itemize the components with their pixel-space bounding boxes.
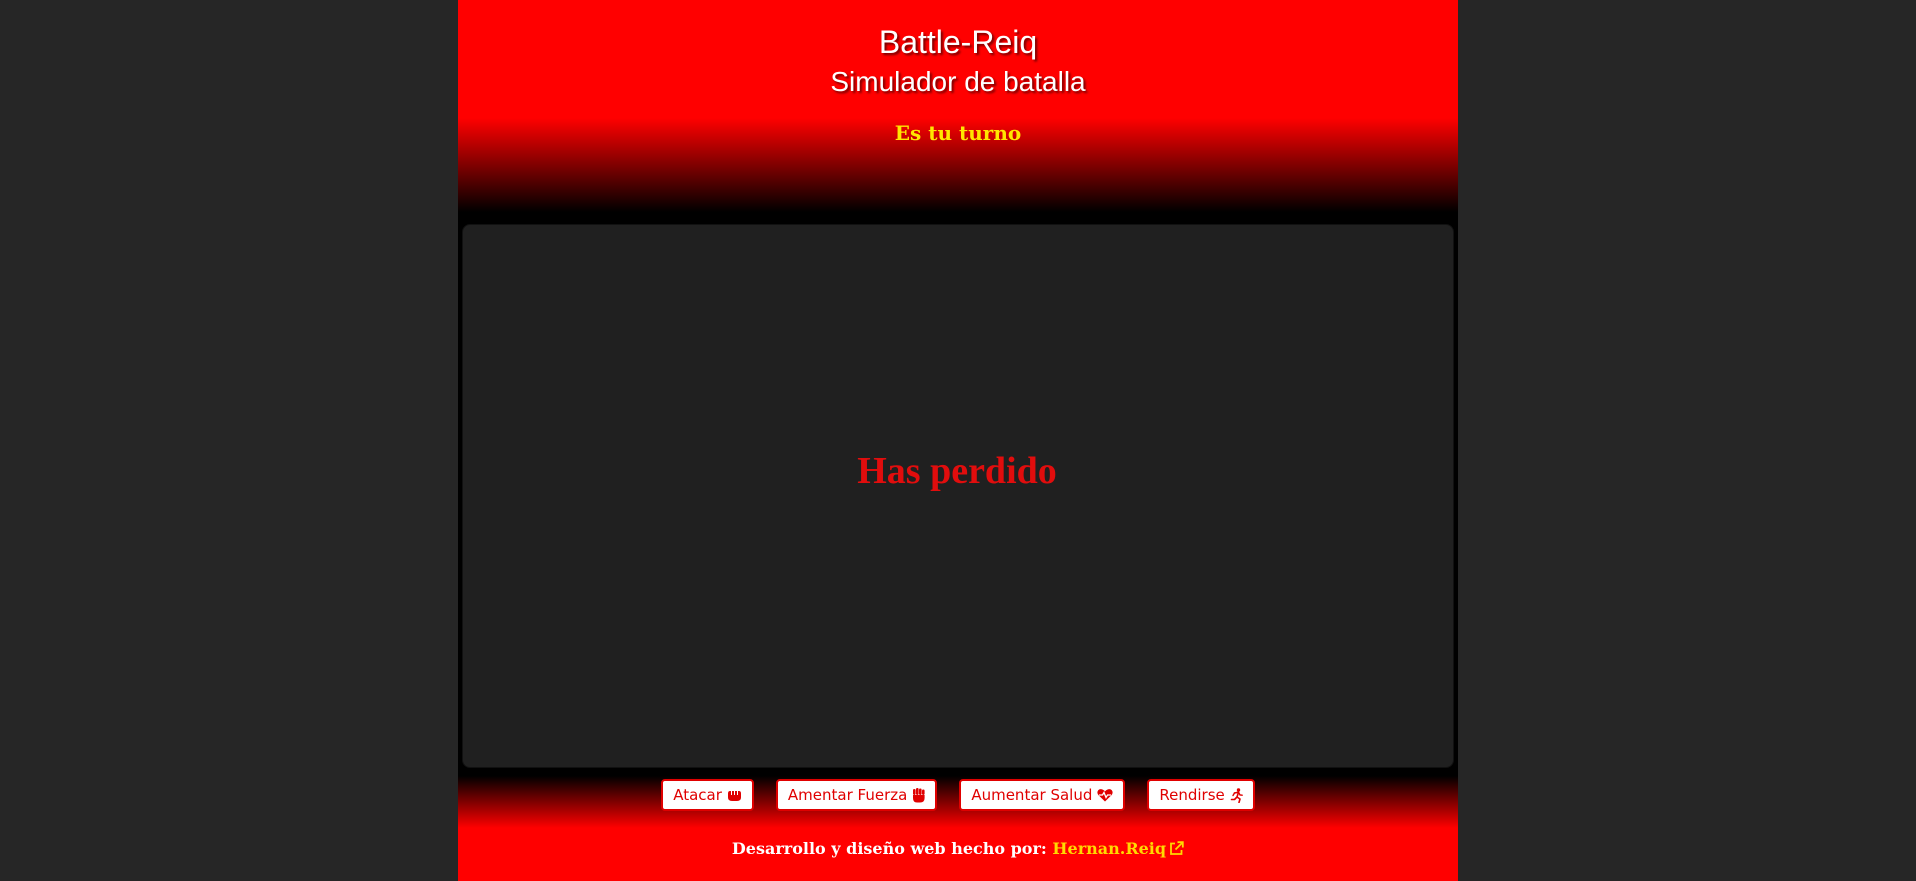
raised-fist-icon [913, 787, 925, 802]
attack-button-label: Atacar [673, 786, 722, 804]
author-link-label: Hernan.Reiq [1052, 839, 1167, 858]
game-container: Battle-Reiq Simulador de batalla Es tu t… [458, 0, 1458, 881]
surrender-button[interactable]: Rendirse [1147, 779, 1255, 811]
footer-credit: Desarrollo y diseño web hecho por: Herna… [458, 838, 1458, 860]
credit-text: Desarrollo y diseño web hecho por: [731, 839, 1047, 858]
running-person-icon [1230, 787, 1243, 803]
fist-icon [727, 791, 741, 801]
increase-strength-button-label: Amentar Fuerza [787, 786, 908, 804]
attack-button[interactable]: Atacar [661, 779, 754, 811]
increase-strength-button[interactable]: Amentar Fuerza [775, 779, 938, 811]
battle-arena [462, 224, 1454, 768]
turn-status: Es tu turno [894, 121, 1022, 145]
increase-health-button-label: Aumentar Salud [971, 786, 1093, 804]
increase-health-button[interactable]: Aumentar Salud [959, 779, 1126, 811]
game-subtitle: Simulador de batalla [830, 66, 1086, 97]
external-link-icon [1170, 841, 1184, 855]
header: Battle-Reiq Simulador de batalla Es tu t… [458, 0, 1458, 222]
surrender-button-label: Rendirse [1159, 786, 1225, 804]
result-message: Has perdido [857, 450, 1057, 492]
heart-pulse-icon [1097, 789, 1113, 802]
game-title: Battle-Reiq [878, 24, 1038, 60]
action-bar: Atacar Amentar Fuerza Aumentar Salud Ren… [458, 779, 1458, 811]
author-link[interactable]: Hernan.Reiq [1052, 839, 1184, 858]
